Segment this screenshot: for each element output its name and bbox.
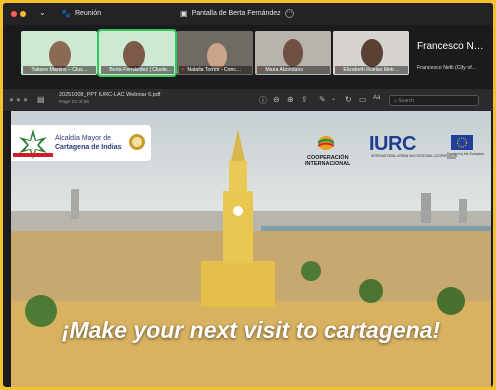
participant-name-text: Berta Fernández | Cluste…: [109, 67, 173, 73]
screen-share-tab[interactable]: ▣ Pantalla de Berta Fernández ⋯: [180, 9, 294, 18]
participant-strip: ✕ Tatiane Martins – Clus… ✕ Berta Fernánde…: [3, 25, 493, 77]
participant-video: [123, 41, 145, 69]
palm-tree: [359, 279, 383, 303]
participant-name-text: Elizabeth Ruelas Metr…: [343, 67, 400, 73]
participant-name: ✕ Maria Abondano: [257, 66, 330, 74]
cooperacion-logo-icon: [318, 136, 334, 150]
title-bar: ⌄ 🐾 Reunión ▣ Pantalla de Berta Fernánde…: [3, 3, 493, 25]
alcaldia-line1: Alcaldía Mayor de: [55, 135, 112, 142]
share-icon[interactable]: ⇪: [301, 95, 308, 104]
mic-muted-icon: ✕: [181, 67, 186, 73]
clock-tower-top: [229, 161, 247, 193]
participant-tile-active[interactable]: ✕ Berta Fernández | Cluste…: [97, 29, 177, 77]
participant-video: [49, 41, 71, 69]
zoom-out-icon[interactable]: ⊖: [273, 95, 280, 104]
participant-video: [283, 39, 303, 67]
palm-tree: [437, 287, 465, 315]
text-size-icon[interactable]: Aa: [373, 95, 380, 101]
sunburst-logo-icon: [13, 129, 53, 159]
rotate-icon[interactable]: ↻: [345, 95, 352, 104]
mic-muted-icon: ✕: [259, 67, 264, 73]
paw-icon: 🐾: [61, 9, 71, 18]
clock-face: [233, 206, 243, 216]
featured-participant-name[interactable]: Francesco N…: [417, 41, 484, 52]
iurc-logo: IURC: [369, 133, 416, 155]
participant-video: [361, 39, 383, 67]
highlight-icon[interactable]: ▭: [359, 95, 367, 104]
zoom-in-icon[interactable]: ⊕: [287, 95, 294, 104]
window-dots-icon: ● ● ●: [9, 95, 28, 104]
chevron-down-icon[interactable]: ⌄: [331, 95, 336, 102]
participant-tile[interactable]: ✕ Tatiane Martins – Clus…: [21, 31, 97, 75]
pdf-search-field[interactable]: ⌕ Search: [389, 95, 479, 106]
clock-tower: [223, 191, 253, 263]
clock-tower-base: [201, 261, 275, 307]
cooperacion-line2: INTERNACIONAL: [305, 161, 351, 167]
pdf-file-name: 20251008_PPT IURC-LAC Webinar 6.pdf: [59, 92, 161, 98]
participant-name-text: Natalia Torres - Conc…: [187, 67, 242, 73]
markup-icon[interactable]: ✎: [319, 95, 326, 104]
pdf-toolbar: ● ● ● ▤ 20251008_PPT IURC-LAC Webinar 6.…: [3, 89, 493, 111]
pdf-page-indicator: Page 22 of 86: [59, 100, 89, 105]
screen-share-tab-label: Pantalla de Berta Fernández: [191, 10, 281, 17]
close-window-button[interactable]: [11, 11, 17, 17]
mic-muted-icon: ✕: [103, 67, 108, 73]
participant-tile[interactable]: ✕ Elizabeth Ruelas Metr…: [333, 31, 409, 75]
sidebar-toggle-icon[interactable]: ▤: [37, 95, 45, 104]
mic-muted-icon: ✕: [25, 67, 30, 73]
minimize-window-button[interactable]: [20, 11, 26, 17]
info-icon[interactable]: ⓘ: [259, 95, 267, 106]
mic-muted-icon: ✕: [337, 67, 342, 73]
participant-name: ✕ Berta Fernández | Cluste…: [101, 66, 174, 74]
eu-stars-icon: [456, 137, 468, 148]
meeting-tab-label: Reunión: [74, 10, 102, 17]
participant-tile[interactable]: ✕ Maria Abondano: [255, 31, 331, 75]
chevron-down-icon[interactable]: ⌄: [39, 8, 46, 17]
coat-of-arms-icon: [129, 134, 145, 150]
eu-subtitle: Funded by the European Union: [447, 152, 485, 160]
more-options-icon[interactable]: ⋯: [284, 9, 294, 18]
screen-icon: ▣: [180, 9, 188, 18]
palm-tree: [301, 261, 321, 281]
featured-participant-label: Francesco Nelli (City of…: [417, 65, 478, 71]
iurc-subtitle: INTERNATIONAL URBAN AND REGIONAL COOPERA…: [371, 154, 458, 158]
city-wall: [11, 301, 491, 387]
participant-name: ✕ Tatiane Martins – Clus…: [23, 66, 96, 74]
cooperacion-label: COOPERACIÓN INTERNACIONAL: [305, 155, 351, 167]
eu-flag-icon: [451, 135, 473, 150]
skyline-tower: [71, 189, 79, 219]
slide-headline: ¡Make your next visit to cartagena!: [61, 317, 441, 343]
participant-tile[interactable]: ✕ Natalia Torres - Conc…: [177, 31, 253, 75]
skyline-tower: [459, 199, 467, 223]
meeting-tab[interactable]: 🐾 Reunión: [61, 9, 101, 18]
participant-name-text: Tatiane Martins – Clus…: [31, 67, 88, 73]
clock-tower-spire: [231, 129, 245, 161]
participant-name: ✕ Elizabeth Ruelas Metr…: [335, 66, 408, 74]
search-placeholder: Search: [398, 98, 415, 104]
meeting-window: ⌄ 🐾 Reunión ▣ Pantalla de Berta Fernánde…: [0, 0, 496, 390]
participant-name-text: Maria Abondano: [265, 67, 304, 73]
skyline-tower: [421, 193, 431, 223]
alcaldia-line2: Cartagena de Indias: [55, 144, 122, 151]
alcaldia-logo-card: Alcaldía Mayor de Cartagena de Indias: [11, 125, 151, 161]
slide-canvas: Alcaldía Mayor de Cartagena de Indias CO…: [11, 111, 491, 387]
participant-name: ✕ Natalia Torres - Conc…: [179, 66, 252, 74]
